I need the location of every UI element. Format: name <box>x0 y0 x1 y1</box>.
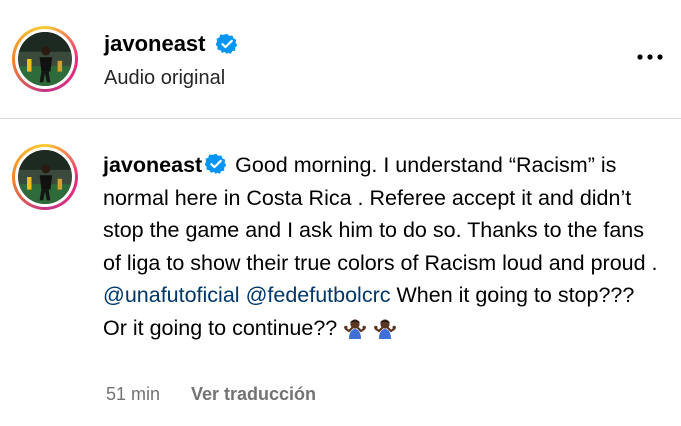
more-options-icon[interactable] <box>635 48 665 62</box>
post-username[interactable]: javoneast <box>104 31 206 57</box>
translate-link[interactable]: Ver traducción <box>191 384 316 405</box>
post-header: javoneast Audio original <box>0 0 681 118</box>
person-shrugging-emoji-icon <box>374 318 397 339</box>
comment-username[interactable]: javoneast <box>103 153 202 177</box>
header-divider <box>0 118 681 119</box>
avatar[interactable] <box>12 26 78 92</box>
audio-label[interactable]: Audio original <box>104 67 225 90</box>
mention-link[interactable]: @unafutoficial <box>103 283 240 307</box>
verified-badge-icon <box>216 33 238 55</box>
avatar-photo <box>18 150 72 204</box>
comment-time: 51 min <box>106 384 161 404</box>
person-shrugging-emoji-icon <box>344 318 367 339</box>
mention-link[interactable]: @fedefutbolcrc <box>246 283 391 307</box>
verified-badge-icon <box>205 153 227 175</box>
comment-body: javoneast Good morning. I understand “Ra… <box>103 149 658 344</box>
avatar-photo <box>18 32 72 86</box>
comment-avatar[interactable] <box>12 144 78 210</box>
